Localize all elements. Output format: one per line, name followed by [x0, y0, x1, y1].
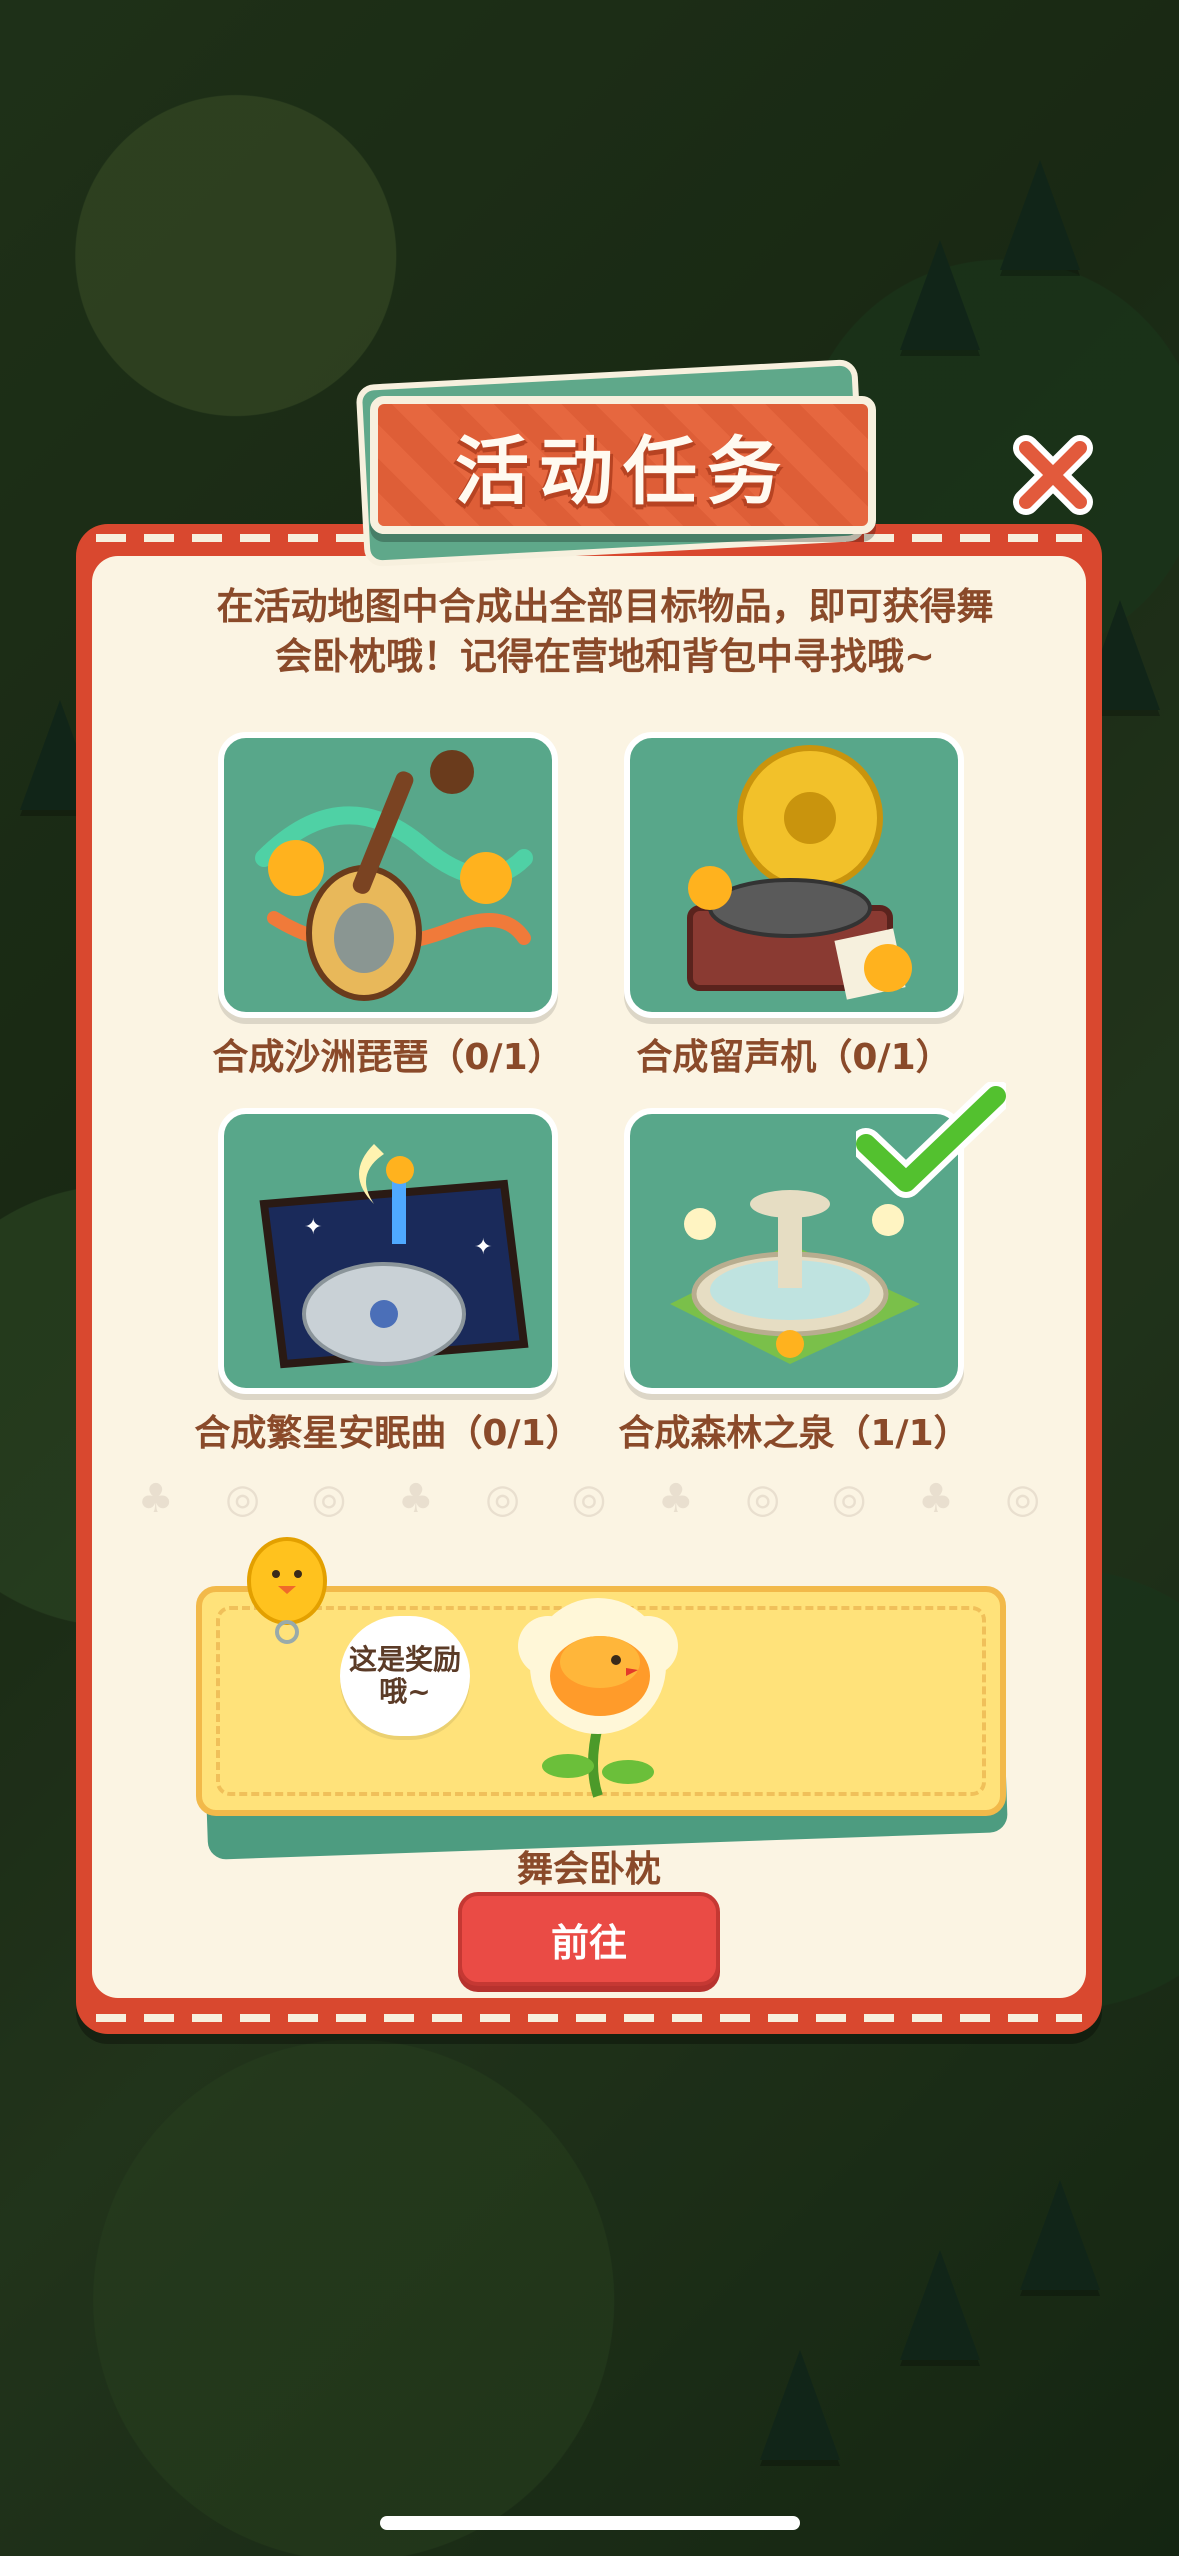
dialog-title: 活动任务 — [455, 428, 791, 515]
task-label: 合成森林之泉（1/1） — [618, 1413, 970, 1454]
task-item-starry-lullaby[interactable]: ✦ ✦ 合成繁星安眠曲（0/1） — [194, 1108, 582, 1454]
flower-pillow-icon[interactable] — [508, 1596, 688, 1806]
gramophone-icon — [687, 745, 912, 1000]
activity-task-dialog: 在活动地图中合成出全部目标物品，即可获得舞会卧枕哦！记得在营地和背包中寻找哦~ … — [76, 524, 1102, 2034]
svg-text:✦: ✦ — [474, 1235, 492, 1260]
task-item-gramophone[interactable]: 合成留声机（0/1） — [624, 732, 964, 1078]
pipa-lute-icon — [255, 750, 533, 1001]
completed-check-icon — [856, 1082, 1006, 1198]
dialog-body: 在活动地图中合成出全部目标物品，即可获得舞会卧枕哦！记得在营地和背包中寻找哦~ … — [92, 556, 1086, 1998]
decorative-divider: ♣ ◎ ◎ ♣ ◎ ◎ ♣ ◎ ◎ ♣ ◎ — [137, 1476, 1041, 1522]
close-icon — [1013, 435, 1093, 515]
reward-speech-bubble: 这是奖励哦~ — [340, 1616, 470, 1736]
task-label: 合成沙洲琵琶（0/1） — [212, 1037, 564, 1078]
task-item-forest-fountain[interactable]: 合成森林之泉（1/1） — [618, 1082, 1006, 1454]
task-label: 合成繁星安眠曲（0/1） — [194, 1413, 582, 1454]
task-card — [624, 732, 964, 1018]
home-indicator[interactable] — [380, 2516, 800, 2530]
task-card — [218, 732, 558, 1018]
reward-item-name: 舞会卧枕 — [516, 1849, 661, 1890]
task-label: 合成留声机（0/1） — [636, 1037, 952, 1078]
svg-text:✦: ✦ — [304, 1215, 322, 1240]
task-card: ✦ ✦ — [218, 1108, 558, 1394]
go-button[interactable]: 前往 — [458, 1892, 720, 1986]
chick-mascot-icon — [247, 1537, 327, 1644]
title-plate: 活动任务 — [370, 396, 876, 534]
close-button[interactable] — [1008, 430, 1098, 520]
starry-lullaby-case-icon: ✦ ✦ — [259, 1144, 529, 1369]
task-item-pipa[interactable]: 合成沙洲琵琶（0/1） — [212, 732, 564, 1078]
task-description: 在活动地图中合成出全部目标物品，即可获得舞会卧枕哦！记得在营地和背包中寻找哦~ — [216, 585, 994, 678]
